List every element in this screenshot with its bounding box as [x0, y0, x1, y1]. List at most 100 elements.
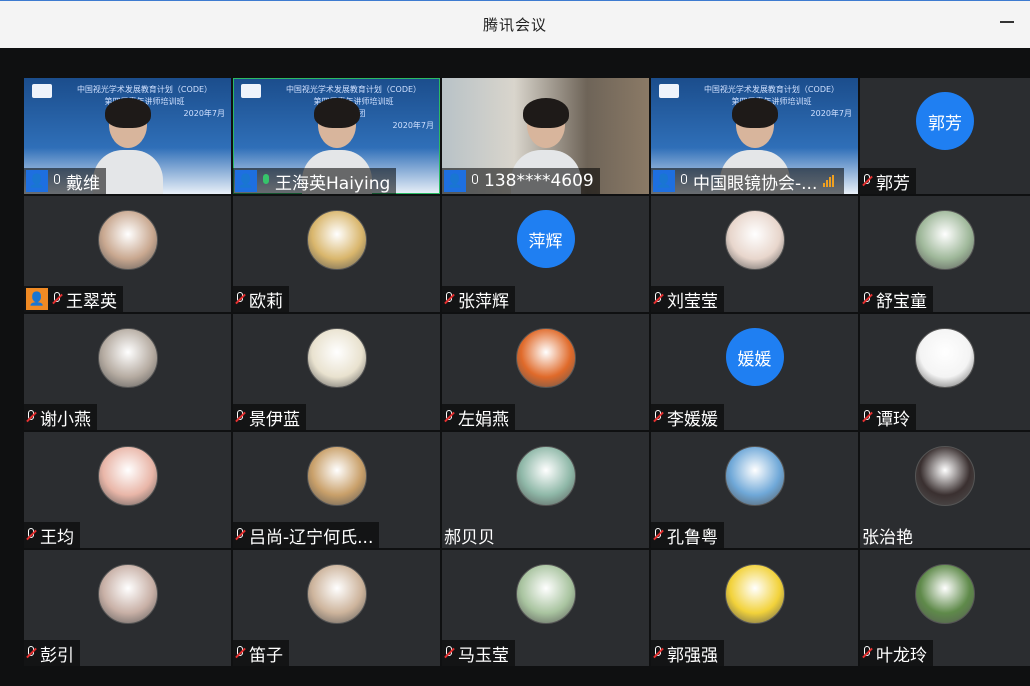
avatar: 郭芳 [916, 92, 974, 150]
participant-namebar: 孔鲁粤 [651, 522, 724, 548]
participant-tile[interactable]: 郝贝贝 [442, 432, 649, 548]
participant-tile[interactable]: 媛媛 李媛媛 [651, 314, 858, 430]
title-bar: 腾讯会议 [0, 0, 1030, 48]
participant-namebar: 👤 王海英Haiying [233, 168, 397, 194]
avatar [306, 328, 367, 388]
avatar [97, 210, 158, 270]
mic-muted-icon [653, 292, 663, 306]
signal-strength-icon [823, 175, 835, 187]
participant-tile[interactable]: 吕尚-辽宁何氏... [233, 432, 440, 548]
user-icon: 👤 [444, 170, 466, 192]
participant-name: 谢小燕 [40, 409, 91, 430]
mic-icon [52, 174, 62, 188]
participant-tile[interactable]: 萍辉 张萍辉 [442, 196, 649, 312]
participant-namebar: 景伊蓝 [233, 404, 306, 430]
code-logo-icon [32, 84, 52, 98]
participant-namebar: 张萍辉 [442, 286, 515, 312]
participant-tile[interactable]: 👤 王翠英 [24, 196, 231, 312]
avatar [306, 210, 367, 270]
participant-name: 舒宝童 [876, 291, 927, 312]
participant-namebar: 👤 中国眼镜协会-... [651, 168, 845, 194]
participant-tile[interactable]: 王均 [24, 432, 231, 548]
participant-tile[interactable]: 谭玲 [860, 314, 1030, 430]
participant-name: 郝贝贝 [444, 527, 495, 548]
participant-name: 张萍辉 [458, 291, 509, 312]
participant-tile[interactable]: 郭强强 [651, 550, 858, 666]
mic-muted-icon [653, 646, 663, 660]
participant-name: 郭强强 [667, 645, 718, 666]
avatar [915, 328, 975, 388]
participant-namebar: 左娟燕 [442, 404, 515, 430]
banner-line1: 中国视光学术发展教育计划（CODE） [76, 85, 213, 94]
participant-tile[interactable]: 中国视光学术发展教育计划（CODE）第四届青年讲师培训班讲师团2020年7月👤王… [233, 78, 440, 194]
participant-tile[interactable]: 刘莹莹 [651, 196, 858, 312]
mic-muted-icon [444, 410, 454, 424]
participant-tile[interactable]: 左娟燕 [442, 314, 649, 430]
participant-name: 王海英Haiying [275, 173, 391, 194]
window-title: 腾讯会议 [482, 16, 547, 34]
mic-muted-icon [444, 646, 454, 660]
participant-name: 郭芳 [876, 173, 910, 194]
participant-tile[interactable]: 👤 138****4609 [442, 78, 649, 194]
participant-name: 李媛媛 [667, 409, 718, 430]
participant-namebar: 李媛媛 [651, 404, 724, 430]
avatar [515, 328, 576, 388]
participant-name: 孔鲁粤 [667, 527, 718, 548]
participant-tile[interactable]: 马玉莹 [442, 550, 649, 666]
participant-namebar: 舒宝童 [860, 286, 933, 312]
mic-muted-icon [862, 410, 872, 424]
participant-tile[interactable]: 叶龙玲 [860, 550, 1030, 666]
user-icon: 👤 [26, 288, 48, 310]
participant-name: 彭引 [40, 645, 74, 666]
avatar [515, 564, 576, 624]
participant-name: 中国眼镜协会-... [693, 173, 818, 194]
participant-namebar: 王均 [24, 522, 80, 548]
participant-tile[interactable]: 中国视光学术发展教育计划（CODE） 第四届青年讲师培训班 2020年7月 👤 戴维 [24, 78, 231, 194]
participant-tile[interactable]: 中国视光学术发展教育计划（CODE） 第四届青年讲师培训班 2020年7月 👤 中国眼镜… [651, 78, 858, 194]
mic-muted-icon [26, 410, 36, 424]
avatar [915, 210, 975, 270]
avatar [306, 564, 367, 624]
participant-tile[interactable]: 笛子 [233, 550, 440, 666]
banner-line1: 中国视光学术发展教育计划（CODE） [285, 85, 422, 94]
participant-tile[interactable]: 孔鲁粤 [651, 432, 858, 548]
participant-namebar: 马玉莹 [442, 640, 515, 666]
participant-name: 吕尚-辽宁何氏... [249, 527, 374, 548]
participant-name: 笛子 [249, 645, 283, 666]
participant-namebar: 👤 王翠英 [24, 286, 123, 312]
participant-tile[interactable]: 舒宝童 [860, 196, 1030, 312]
participant-namebar: 👤 138****4609 [442, 168, 600, 194]
participant-tile[interactable]: 欧莉 [233, 196, 440, 312]
participant-namebar: 叶龙玲 [860, 640, 933, 666]
mic-muted-icon [235, 292, 245, 306]
avatar [915, 446, 975, 506]
minimize-icon[interactable] [1000, 21, 1014, 23]
mic-muted-icon [26, 528, 36, 542]
participant-name: 谭玲 [876, 409, 910, 430]
participant-namebar: 郭强强 [651, 640, 724, 666]
avatar [724, 210, 785, 270]
mic-muted-icon [653, 410, 663, 424]
avatar [724, 446, 785, 506]
avatar [515, 446, 576, 506]
participant-name: 叶龙玲 [876, 645, 927, 666]
avatar [306, 446, 367, 506]
participant-namebar: 郭芳 [860, 168, 916, 194]
participant-tile[interactable]: 郭芳 郭芳 [860, 78, 1030, 194]
participant-tile[interactable]: 彭引 [24, 550, 231, 666]
mic-icon [679, 174, 689, 188]
user-icon: 👤 [26, 170, 48, 192]
participant-namebar: 👤 戴维 [24, 168, 106, 194]
participant-tile[interactable]: 张治艳 [860, 432, 1030, 548]
avatar [724, 564, 785, 624]
participant-namebar: 张治艳 [860, 522, 919, 548]
mic-muted-icon [862, 646, 872, 660]
mic-icon [261, 174, 271, 188]
participant-namebar: 谭玲 [860, 404, 916, 430]
participant-name: 王翠英 [66, 291, 117, 312]
avatar [915, 564, 975, 624]
participant-tile[interactable]: 景伊蓝 [233, 314, 440, 430]
avatar [97, 564, 158, 624]
participant-name: 欧莉 [249, 291, 283, 312]
participant-tile[interactable]: 谢小燕 [24, 314, 231, 430]
